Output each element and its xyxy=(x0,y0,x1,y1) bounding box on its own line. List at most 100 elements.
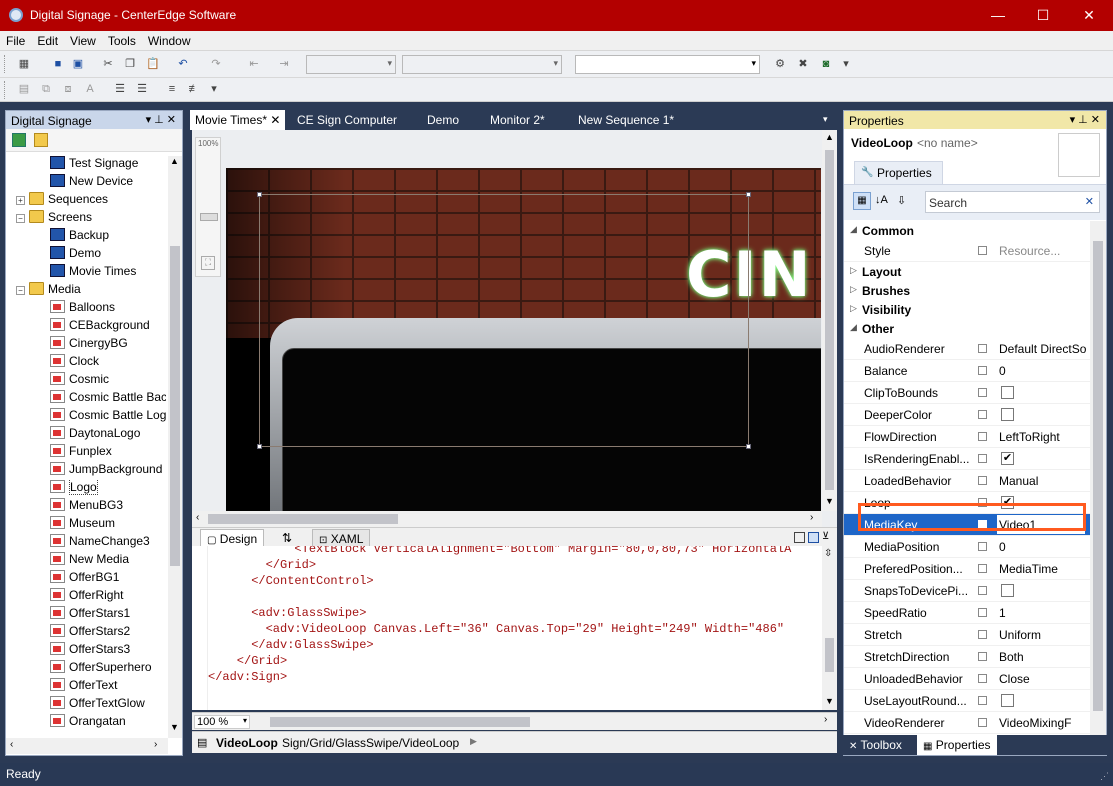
zoom-dropdown[interactable]: 100 % ▾ xyxy=(194,715,250,729)
scroll-right-icon[interactable]: › xyxy=(810,512,813,523)
tree-item[interactable]: CinergyBG xyxy=(6,336,166,354)
property-marker-icon[interactable] xyxy=(978,564,987,573)
refresh-icon[interactable] xyxy=(12,133,26,147)
tree-item[interactable]: OfferStars2 xyxy=(6,624,166,642)
property-value[interactable]: Uniform xyxy=(999,628,1089,642)
tree-item[interactable]: Orangatan xyxy=(6,714,166,732)
scroll-right-icon[interactable]: › xyxy=(824,714,827,725)
tree-item[interactable]: OfferBG1 xyxy=(6,570,166,588)
property-row[interactable]: IsRenderingEnabl... ✔ xyxy=(844,448,1090,470)
tree-item[interactable]: OfferStars3 xyxy=(6,642,166,660)
property-value[interactable]: Manual xyxy=(999,474,1089,488)
doc-tab[interactable]: Demo xyxy=(422,110,464,130)
code-line[interactable] xyxy=(208,590,822,606)
toolbar-options-icon[interactable]: ▾ xyxy=(838,57,854,71)
tools-icon[interactable]: ✖ xyxy=(795,57,811,71)
property-marker-icon[interactable] xyxy=(978,586,987,595)
element-name[interactable]: <no name> xyxy=(917,136,978,150)
property-row[interactable]: SnapsToDevicePi... xyxy=(844,580,1090,602)
code-line[interactable]: </adv:GlassSwipe> xyxy=(208,638,822,654)
property-row[interactable]: Stretch Uniform xyxy=(844,624,1090,646)
resize-handle[interactable] xyxy=(746,444,751,449)
tree-item[interactable]: OfferStars1 xyxy=(6,606,166,624)
toolbar-grip[interactable] xyxy=(4,81,8,99)
new-folder-icon[interactable] xyxy=(34,133,48,147)
scroll-down-icon[interactable]: ▼ xyxy=(825,496,834,506)
property-marker-icon[interactable] xyxy=(978,674,987,683)
property-marker-icon[interactable] xyxy=(978,630,987,639)
tree-vscrollbar[interactable]: ▲ ▼ xyxy=(168,156,182,738)
collapse-pane-icon[interactable]: ⊻ xyxy=(822,531,829,542)
font-size-icon[interactable]: A xyxy=(82,82,98,96)
doc-tab[interactable]: New Sequence 1* xyxy=(573,110,679,130)
category-other[interactable]: ◢ Other xyxy=(844,319,1090,338)
zoom-slider[interactable]: 100% ⛶ xyxy=(195,137,221,277)
close-tab-icon[interactable]: ✕ xyxy=(267,113,280,127)
menu-window[interactable]: Window xyxy=(142,31,197,48)
property-marker-icon[interactable] xyxy=(978,476,987,485)
tree-item[interactable]: Funplex xyxy=(6,444,166,462)
xaml-editor[interactable]: <TextBlock VerticalAlignment="Bottom" Ma… xyxy=(208,546,822,710)
menu-view[interactable]: View xyxy=(64,31,102,48)
toolbar-options-icon[interactable]: ▾ xyxy=(206,82,222,96)
resize-handle[interactable] xyxy=(257,444,262,449)
property-row[interactable]: MediaPosition 0 xyxy=(844,536,1090,558)
code-line[interactable]: </Grid> xyxy=(208,558,822,574)
property-row[interactable]: ClipToBounds xyxy=(844,382,1090,404)
collapse-icon[interactable]: − xyxy=(16,214,25,223)
platform-dropdown[interactable]: ▾ xyxy=(402,55,562,74)
tree-item[interactable]: OfferSuperhero xyxy=(6,660,166,678)
cut-icon[interactable]: ✂ xyxy=(100,57,116,71)
property-row[interactable]: DeeperColor xyxy=(844,404,1090,426)
properties-window-icon[interactable]: ⚙ xyxy=(772,57,788,71)
navigate-back-icon[interactable]: ⇤ xyxy=(246,57,262,71)
properties-vscrollbar[interactable] xyxy=(1090,221,1106,736)
scroll-up-icon[interactable]: ▲ xyxy=(825,132,834,142)
property-row[interactable]: SpeedRatio 1 xyxy=(844,602,1090,624)
close-button[interactable]: ✕ xyxy=(1066,0,1112,31)
tree-item[interactable]: New Device xyxy=(6,174,166,192)
panel-pin-controls[interactable]: ▾ ⊥ ✕ xyxy=(146,113,176,126)
property-marker-icon[interactable] xyxy=(978,718,987,727)
redo-icon[interactable]: ↷ xyxy=(208,57,224,71)
property-marker-icon[interactable] xyxy=(978,696,987,705)
sort-alphabetical-icon[interactable]: ↓A xyxy=(875,194,888,206)
doc-tab[interactable]: CE Sign Computer xyxy=(292,110,402,130)
property-value[interactable]: Both xyxy=(999,650,1089,664)
undo-icon[interactable]: ↶ xyxy=(175,57,191,71)
swap-panes-icon[interactable]: ⇅ xyxy=(282,531,292,545)
property-marker-icon[interactable] xyxy=(978,454,987,463)
code-vscrollbar[interactable]: ⇳ ▼ xyxy=(822,546,837,710)
menu-file[interactable]: File xyxy=(0,31,31,48)
property-checkbox[interactable]: ✔ xyxy=(1001,452,1014,465)
code-line[interactable]: <adv:VideoLoop Canvas.Left="36" Canvas.T… xyxy=(208,622,822,638)
property-marker-icon[interactable] xyxy=(978,366,987,375)
tree-item[interactable]: Demo xyxy=(6,246,166,264)
zoom-slider-thumb[interactable] xyxy=(200,213,218,221)
toolbox-tab[interactable]: ✕ Toolbox xyxy=(849,738,902,752)
panel-pin-controls[interactable]: ▾ ⊥ ✕ xyxy=(1070,113,1100,126)
property-checkbox[interactable] xyxy=(1001,694,1014,707)
breadcrumb-more-icon[interactable]: ▶ xyxy=(470,736,477,747)
property-marker-icon[interactable] xyxy=(978,542,987,551)
design-tab[interactable]: ▢ Design xyxy=(200,529,265,547)
property-checkbox[interactable] xyxy=(1001,584,1014,597)
tree-item[interactable]: Museum xyxy=(6,516,166,534)
property-row[interactable]: FlowDirection LeftToRight xyxy=(844,426,1090,448)
designer-hscrollbar[interactable]: ‹ › xyxy=(192,511,822,527)
tree-item[interactable]: Cosmic Battle Log xyxy=(6,408,166,426)
copy-icon[interactable]: ❐ xyxy=(122,57,138,71)
doc-tab[interactable]: Movie Times* ✕ xyxy=(190,110,286,130)
code-line[interactable]: </ContentControl> xyxy=(208,574,822,590)
tree-item[interactable]: New Media xyxy=(6,552,166,570)
tree-item[interactable]: Cosmic xyxy=(6,372,166,390)
toolbar-grip[interactable] xyxy=(4,55,8,73)
fit-to-window-icon[interactable]: ⛶ xyxy=(201,256,215,270)
code-line[interactable]: </Grid> xyxy=(208,654,822,670)
property-marker-icon[interactable] xyxy=(978,432,987,441)
paste-icon[interactable]: 📋 xyxy=(145,57,161,71)
menu-edit[interactable]: Edit xyxy=(31,31,64,48)
minimize-button[interactable]: — xyxy=(975,0,1021,31)
tree-item[interactable]: OfferRight xyxy=(6,588,166,606)
tree-item[interactable]: CEBackground xyxy=(6,318,166,336)
